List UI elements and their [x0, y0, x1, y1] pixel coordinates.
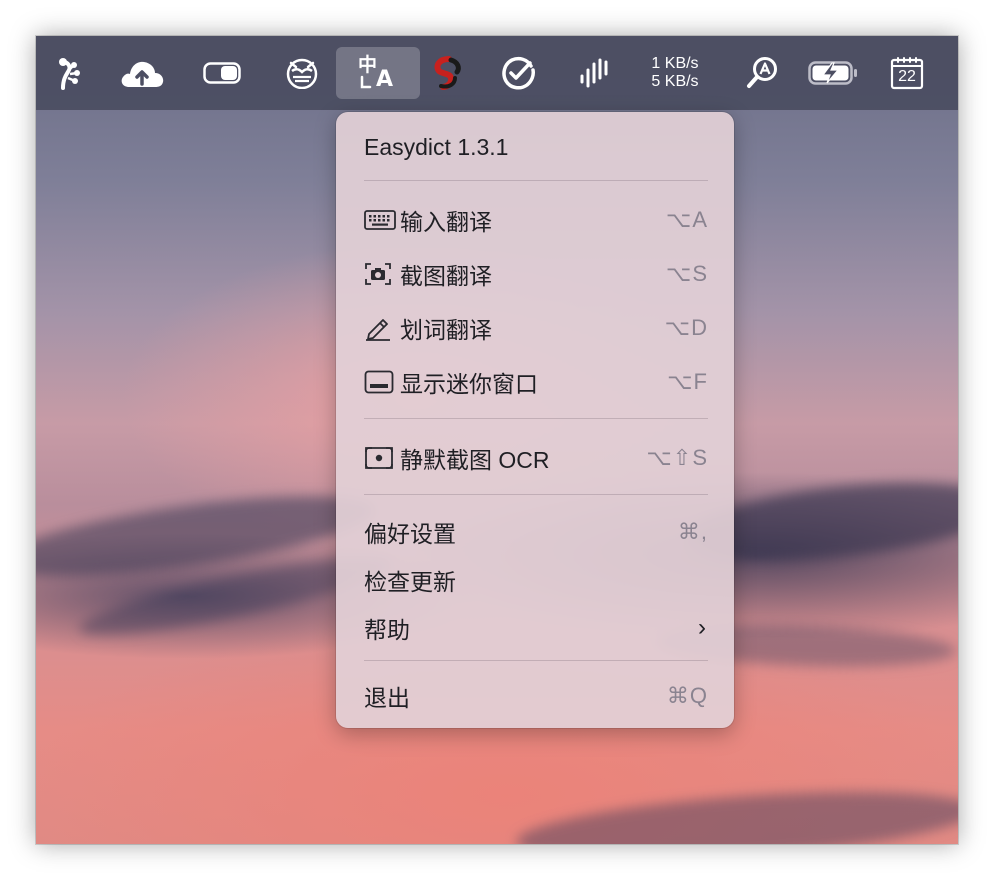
chevron-right-icon: ›: [698, 614, 706, 641]
calendar-day: 22: [898, 68, 916, 85]
easydict-menu: Easydict 1.3.1 输入翻译 ⌥A 截图翻译 ⌥S 划词翻译 ⌥D 显…: [336, 112, 734, 728]
calendar-icon[interactable]: 22: [888, 47, 926, 99]
menu-item-label: 划词翻译: [400, 317, 492, 343]
keyboard-icon: [364, 210, 400, 230]
menu-item-shortcut: ⌥S: [665, 261, 708, 286]
menu-item-check-updates[interactable]: 检查更新: [350, 558, 720, 602]
silent-screenshot-icon: [364, 446, 400, 470]
screenshot-window: 中 A 1 KB/s 5 KB/s 22 Easydict 1.3.1 输入翻译…: [36, 36, 958, 844]
menu-item-label: 退出: [364, 685, 410, 711]
screenshot-camera-icon: [364, 262, 400, 286]
menu-item-shortcut: ⌥D: [664, 315, 708, 340]
menu-item-label: 静默截图 OCR: [400, 447, 550, 473]
menu-item-label: 帮助: [364, 617, 410, 643]
menu-item-shortcut: ⌘Q: [666, 683, 708, 708]
menu-item-label: 偏好设置: [364, 521, 456, 547]
menu-separator: [364, 418, 708, 419]
translate-icon[interactable]: 中 A: [336, 47, 420, 99]
check-circle-icon[interactable]: [498, 47, 538, 99]
battery-charging-icon[interactable]: [806, 47, 860, 99]
menu-item-shortcut: ⌥⇧S: [646, 445, 708, 470]
menu-app-title: Easydict 1.3.1: [364, 134, 509, 160]
menu-item-preferences[interactable]: 偏好设置 ⌘,: [350, 510, 720, 554]
mini-window-icon: [364, 370, 400, 394]
menu-item-input-translate[interactable]: 输入翻译 ⌥A: [350, 198, 720, 242]
menu-item-silent-ocr[interactable]: 静默截图 OCR ⌥⇧S: [350, 436, 720, 480]
toggle-icon[interactable]: [200, 47, 244, 99]
magnifier-a-icon[interactable]: [742, 47, 782, 99]
menu-item-mini-window[interactable]: 显示迷你窗口 ⌥F: [350, 360, 720, 404]
network-download-speed: 5 KB/s: [651, 73, 699, 90]
network-upload-speed: 1 KB/s: [651, 55, 699, 72]
cloud-upload-icon[interactable]: [116, 47, 168, 99]
yin-yang-icon[interactable]: [428, 47, 466, 99]
menu-item-shortcut: ⌥F: [667, 369, 708, 394]
menu-item-label: 截图翻译: [400, 263, 492, 289]
menu-separator: [364, 494, 708, 495]
menu-item-screenshot-translate[interactable]: 截图翻译 ⌥S: [350, 252, 720, 296]
pencil-icon: [364, 315, 400, 341]
menu-separator: [364, 180, 708, 181]
menu-item-shortcut: ⌥A: [665, 207, 708, 232]
git-tree-icon[interactable]: [50, 47, 86, 99]
menu-item-selection-translate[interactable]: 划词翻译 ⌥D: [350, 306, 720, 350]
menu-item-label: 显示迷你窗口: [400, 371, 538, 397]
menu-item-label: 输入翻译: [400, 209, 492, 235]
menu-item-label: 检查更新: [364, 569, 456, 595]
menu-item-help[interactable]: 帮助 ›: [350, 606, 720, 650]
menu-separator: [364, 660, 708, 661]
menu-item-quit[interactable]: 退出 ⌘Q: [350, 674, 720, 718]
owl-icon[interactable]: [282, 47, 322, 99]
menu-bar: 中 A 1 KB/s 5 KB/s 22: [36, 36, 958, 110]
network-speed[interactable]: 1 KB/s 5 KB/s: [642, 47, 708, 99]
waveform-icon[interactable]: [576, 47, 614, 99]
menu-item-shortcut: ⌘,: [677, 519, 708, 544]
